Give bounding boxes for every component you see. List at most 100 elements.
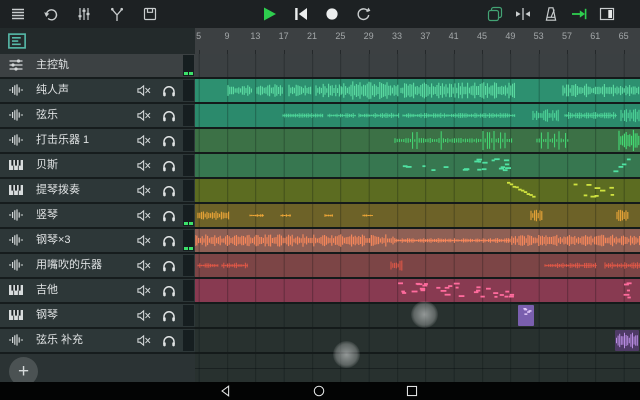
- clip[interactable]: [466, 168, 470, 170]
- lane-6[interactable]: [195, 204, 640, 229]
- track-row-10[interactable]: 钢琴: [0, 304, 195, 329]
- clip[interactable]: [621, 109, 639, 122]
- clip[interactable]: [228, 85, 251, 96]
- clip[interactable]: [595, 187, 601, 189]
- clip[interactable]: [477, 159, 483, 161]
- clip[interactable]: [529, 310, 532, 312]
- record-button[interactable]: [324, 6, 340, 22]
- clip[interactable]: [398, 282, 403, 284]
- clip[interactable]: [545, 263, 595, 269]
- clip[interactable]: [474, 291, 479, 293]
- mute-button[interactable]: [135, 82, 153, 99]
- lane-9[interactable]: [195, 279, 640, 304]
- lane-7[interactable]: [195, 229, 640, 254]
- clip[interactable]: [402, 292, 406, 294]
- clone-button[interactable]: [487, 6, 503, 22]
- clip[interactable]: [417, 283, 423, 285]
- clip[interactable]: [523, 308, 526, 310]
- clip[interactable]: [507, 182, 510, 184]
- solo-button[interactable]: [160, 107, 178, 124]
- track-row-9[interactable]: 吉他: [0, 279, 195, 304]
- clip[interactable]: [586, 184, 591, 186]
- track-row-2[interactable]: 弦乐: [0, 104, 195, 129]
- clip[interactable]: [524, 191, 527, 193]
- clip[interactable]: [445, 294, 451, 296]
- clip[interactable]: [505, 296, 509, 298]
- clip[interactable]: [412, 291, 418, 293]
- clip[interactable]: [421, 289, 426, 291]
- clip[interactable]: [454, 283, 460, 285]
- clip[interactable]: [359, 113, 399, 118]
- clip[interactable]: [391, 261, 402, 271]
- recents-button[interactable]: [405, 384, 419, 398]
- clip[interactable]: [476, 290, 480, 292]
- clip[interactable]: [504, 159, 509, 161]
- solo-button[interactable]: [160, 182, 178, 199]
- clip[interactable]: [499, 168, 504, 170]
- back-button[interactable]: [219, 384, 233, 398]
- lane-8[interactable]: [195, 254, 640, 279]
- clip[interactable]: [431, 169, 435, 171]
- clip[interactable]: [613, 170, 618, 172]
- lane-0[interactable]: [195, 54, 640, 79]
- clip[interactable]: [482, 162, 487, 164]
- clip[interactable]: [500, 294, 504, 296]
- mute-button[interactable]: [135, 232, 153, 249]
- clip[interactable]: [533, 109, 558, 121]
- clip[interactable]: [424, 283, 428, 285]
- clip[interactable]: [395, 131, 512, 150]
- clip[interactable]: [600, 190, 605, 192]
- solo-button[interactable]: [160, 82, 178, 99]
- track-row-3[interactable]: 打击乐器 1: [0, 129, 195, 154]
- play-button[interactable]: [262, 6, 278, 22]
- clip[interactable]: [509, 296, 514, 298]
- clip[interactable]: [422, 165, 425, 167]
- clip[interactable]: [481, 296, 485, 298]
- clip[interactable]: [403, 165, 408, 167]
- home-button[interactable]: [312, 384, 326, 398]
- solo-button[interactable]: [160, 257, 178, 274]
- clip[interactable]: [611, 194, 615, 196]
- mute-button[interactable]: [135, 107, 153, 124]
- track-row-1[interactable]: 纯人声: [0, 79, 195, 104]
- snap-button[interactable]: [515, 6, 531, 22]
- clip[interactable]: [584, 195, 588, 197]
- clip[interactable]: [595, 195, 599, 197]
- clip[interactable]: [195, 234, 395, 247]
- clip[interactable]: [624, 294, 630, 296]
- clip[interactable]: [445, 287, 450, 289]
- loop-button[interactable]: [355, 6, 371, 22]
- clip[interactable]: [476, 286, 480, 288]
- clip[interactable]: [420, 288, 426, 290]
- clip[interactable]: [619, 166, 624, 168]
- track-row-0[interactable]: 主控轨: [0, 54, 195, 79]
- tools-button[interactable]: [109, 6, 125, 22]
- clip[interactable]: [609, 187, 614, 189]
- clip[interactable]: [436, 287, 440, 289]
- clip[interactable]: [222, 263, 247, 269]
- clip[interactable]: [574, 184, 578, 186]
- clip[interactable]: [565, 112, 615, 119]
- mute-button[interactable]: [135, 282, 153, 299]
- mute-button[interactable]: [135, 182, 153, 199]
- mute-button[interactable]: [135, 157, 153, 174]
- mute-button[interactable]: [135, 257, 153, 274]
- clip[interactable]: [456, 287, 459, 289]
- clip[interactable]: [627, 282, 632, 284]
- solo-button[interactable]: [160, 132, 178, 149]
- clip[interactable]: [289, 85, 311, 96]
- clip[interactable]: [494, 158, 500, 160]
- clip[interactable]: [627, 290, 630, 292]
- clip[interactable]: [627, 297, 630, 299]
- lane-5[interactable]: [195, 179, 640, 204]
- clip[interactable]: [503, 169, 508, 171]
- clip[interactable]: [505, 167, 511, 169]
- menu-button[interactable]: [10, 6, 26, 22]
- lane-4[interactable]: [195, 154, 640, 179]
- clip[interactable]: [444, 166, 449, 168]
- solo-button[interactable]: [160, 282, 178, 299]
- clip[interactable]: [198, 211, 229, 220]
- clip[interactable]: [459, 295, 465, 297]
- clip[interactable]: [477, 169, 481, 171]
- track-row-6[interactable]: 竖琴: [0, 204, 195, 229]
